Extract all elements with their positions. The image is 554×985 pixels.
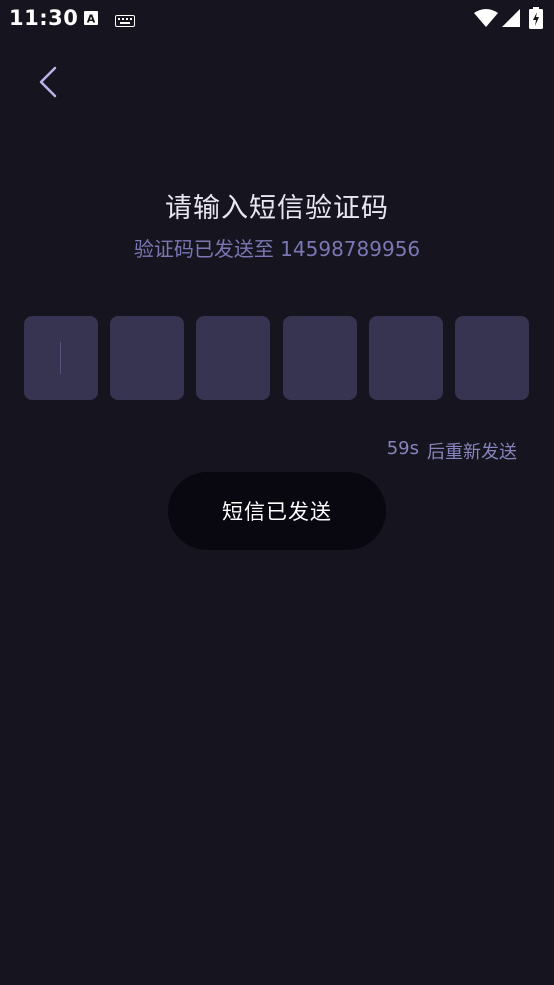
text-caret bbox=[60, 342, 61, 374]
code-digit-6[interactable] bbox=[455, 316, 529, 400]
code-digit-3[interactable] bbox=[196, 316, 270, 400]
sms-sent-button[interactable]: 短信已发送 bbox=[168, 472, 386, 550]
resend-countdown: 59s 后重新发送 bbox=[387, 438, 517, 464]
code-digit-2[interactable] bbox=[110, 316, 184, 400]
verification-code-input bbox=[24, 316, 530, 400]
page-title: 请输入短信验证码 bbox=[165, 193, 389, 224]
battery-icon bbox=[529, 7, 543, 33]
font-a-icon: A bbox=[83, 10, 99, 30]
signal-icon bbox=[502, 9, 520, 31]
countdown-seconds: 59s bbox=[386, 438, 419, 459]
svg-text:A: A bbox=[87, 13, 96, 26]
wifi-icon bbox=[474, 9, 498, 31]
back-button[interactable] bbox=[28, 62, 68, 106]
chevron-left-icon bbox=[38, 66, 58, 102]
code-digit-5[interactable] bbox=[369, 316, 443, 400]
verification-screen: 11:30 A 请输入短信验证码 验证码已发送至 14598789956 59s… bbox=[0, 0, 554, 985]
sent-to-phone-text: 验证码已发送至 14598789956 bbox=[133, 237, 421, 261]
code-digit-1[interactable] bbox=[24, 316, 98, 400]
status-time: 11:30 bbox=[9, 6, 79, 30]
code-digit-4[interactable] bbox=[283, 316, 357, 400]
status-bar: 11:30 A bbox=[0, 0, 554, 38]
code-box-wrapper bbox=[24, 316, 98, 400]
resend-label: 后重新发送 bbox=[427, 442, 517, 463]
keyboard-icon bbox=[115, 12, 135, 31]
